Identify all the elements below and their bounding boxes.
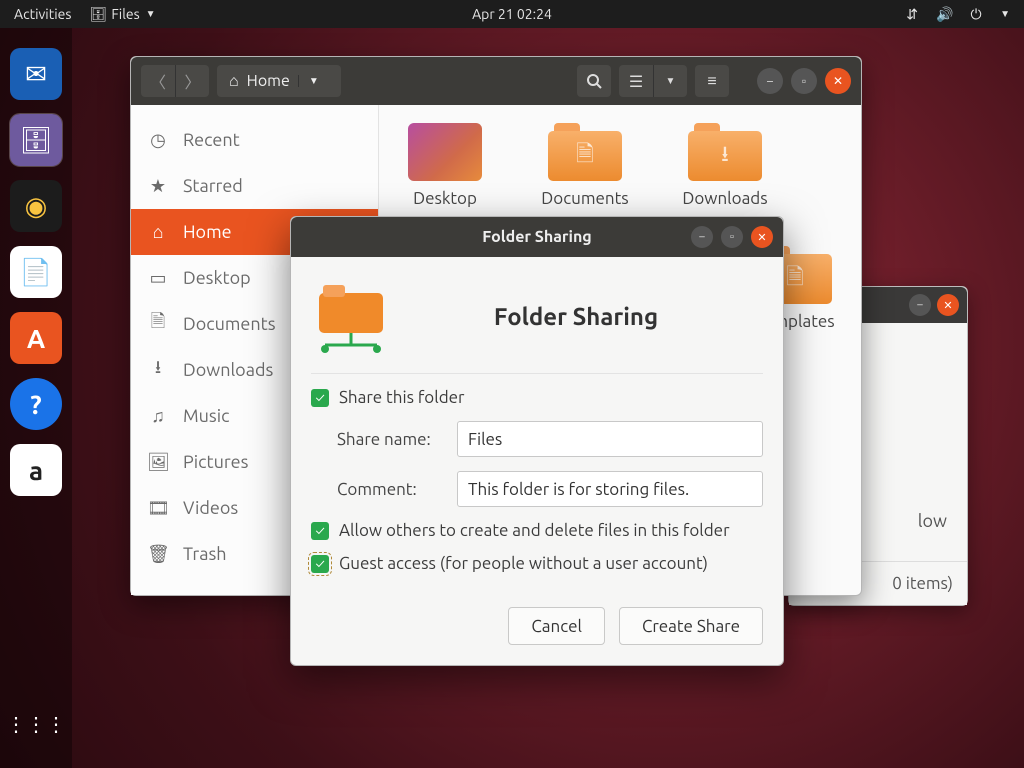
- sidebar-item-label: Music: [183, 406, 229, 426]
- share-folder-label: Share this folder: [339, 388, 464, 407]
- nav-buttons: 〈 〉: [141, 65, 209, 97]
- dock: ✉ 🗄 ◉ 📄 A ? a ⋮⋮⋮: [0, 28, 72, 768]
- pictures-icon: 🖼: [147, 452, 169, 473]
- home-icon: ⌂: [147, 222, 169, 243]
- sidebar-item-starred[interactable]: ★ Starred: [131, 163, 378, 209]
- dock-files[interactable]: 🗄: [10, 114, 62, 166]
- view-list-button[interactable]: ☰: [619, 65, 653, 97]
- volume-icon[interactable]: 🔊: [936, 6, 952, 23]
- dialog-heading: Folder Sharing: [419, 303, 763, 330]
- guest-access-label: Guest access (for people without a user …: [339, 554, 708, 573]
- nav-back-button[interactable]: 〈: [141, 65, 175, 97]
- sidebar-item-label: Videos: [183, 498, 238, 518]
- chevron-down-icon[interactable]: ▼: [298, 75, 329, 87]
- sidebar-item-label: Home: [183, 222, 232, 242]
- file-item-documents[interactable]: 🗎 Documents: [533, 123, 637, 210]
- guest-access-checkbox[interactable]: ✓: [311, 555, 329, 573]
- desktop-folder-icon: [408, 123, 482, 181]
- files-icon: 🗄: [89, 6, 105, 23]
- maximize-button[interactable]: ▫: [721, 226, 743, 248]
- share-name-label: Share name:: [337, 430, 447, 449]
- file-item-desktop[interactable]: Desktop: [393, 123, 497, 210]
- sidebar-item-label: Starred: [183, 176, 243, 196]
- files-app-menu[interactable]: 🗄 Files ▼: [89, 6, 155, 23]
- close-button[interactable]: ✕: [937, 294, 959, 316]
- folder-icon: 🗎: [548, 123, 622, 181]
- star-icon: ★: [147, 176, 169, 197]
- downloads-icon: ⭳: [147, 355, 169, 385]
- share-folder-checkbox[interactable]: ✓: [311, 389, 329, 407]
- recent-icon: ◷: [147, 130, 169, 151]
- dock-help[interactable]: ?: [10, 378, 62, 430]
- minimize-button[interactable]: –: [757, 68, 783, 94]
- nav-forward-button[interactable]: 〉: [175, 65, 209, 97]
- file-label: Desktop: [407, 187, 483, 210]
- power-icon[interactable]: ⏻: [968, 6, 984, 23]
- file-label: Downloads: [676, 187, 773, 210]
- files-headerbar: 〈 〉 ⌂ Home ▼ ☰ ▼ ≡ – ▫ ✕: [131, 57, 861, 105]
- gnome-topbar: Activities 🗄 Files ▼ Apr 21 02:24 ⇵ 🔊 ⏻ …: [0, 0, 1024, 28]
- sidebar-item-recent[interactable]: ◷ Recent: [131, 117, 378, 163]
- cancel-button[interactable]: Cancel: [508, 607, 605, 645]
- folder-sharing-dialog: Folder Sharing – ▫ ✕ Folder Sharing ✓: [290, 216, 784, 666]
- share-folder-icon: [311, 277, 399, 355]
- allow-others-row[interactable]: ✓ Allow others to create and delete file…: [311, 521, 763, 540]
- chevron-down-icon: ▼: [146, 8, 156, 20]
- desktop-icon: ▭: [147, 268, 169, 289]
- comment-input[interactable]: [457, 471, 763, 507]
- dock-software[interactable]: A: [10, 312, 62, 364]
- sidebar-item-label: Desktop: [183, 268, 251, 288]
- close-button[interactable]: ✕: [825, 68, 851, 94]
- folder-icon: ⭳: [688, 123, 762, 181]
- sidebar-item-label: Trash: [183, 544, 227, 564]
- guest-access-row[interactable]: ✓ Guest access (for people without a use…: [311, 554, 763, 573]
- files-app-label: Files: [111, 6, 139, 22]
- search-button[interactable]: [577, 65, 611, 97]
- minimize-button[interactable]: –: [691, 226, 713, 248]
- comment-label: Comment:: [337, 480, 447, 499]
- dialog-titlebar: Folder Sharing – ▫ ✕: [291, 217, 783, 257]
- file-label: Documents: [535, 187, 634, 210]
- network-icon[interactable]: ⇵: [904, 6, 920, 23]
- share-name-input[interactable]: [457, 421, 763, 457]
- sidebar-item-label: Pictures: [183, 452, 248, 472]
- dock-show-apps[interactable]: ⋮⋮⋮: [10, 698, 62, 750]
- location-bar[interactable]: ⌂ Home ▼: [217, 65, 341, 97]
- dock-rhythmbox[interactable]: ◉: [10, 180, 62, 232]
- documents-icon: 🗎: [147, 309, 169, 339]
- activities[interactable]: Activities: [14, 6, 71, 22]
- videos-icon: 🎞: [147, 498, 169, 519]
- sidebar-item-label: Documents: [183, 314, 276, 334]
- share-this-folder-row[interactable]: ✓ Share this folder: [311, 388, 763, 407]
- create-share-button[interactable]: Create Share: [619, 607, 763, 645]
- clock[interactable]: Apr 21 02:24: [472, 6, 552, 22]
- bg-row-text: low: [918, 511, 947, 531]
- allow-others-checkbox[interactable]: ✓: [311, 522, 329, 540]
- location-label: Home: [247, 72, 290, 90]
- music-icon: ♫: [147, 406, 169, 427]
- sidebar-item-label: Recent: [183, 130, 240, 150]
- allow-others-label: Allow others to create and delete files …: [339, 521, 730, 540]
- search-icon: [586, 73, 602, 89]
- trash-icon: 🗑: [147, 544, 169, 565]
- dock-writer[interactable]: 📄: [10, 246, 62, 298]
- file-item-downloads[interactable]: ⭳ Downloads: [673, 123, 777, 210]
- maximize-button[interactable]: ▫: [791, 68, 817, 94]
- dock-amazon[interactable]: a: [10, 444, 62, 496]
- hamburger-button[interactable]: ≡: [695, 65, 729, 97]
- dock-thunderbird[interactable]: ✉: [10, 48, 62, 100]
- chevron-down-icon[interactable]: ▼: [1000, 8, 1010, 20]
- view-options-button[interactable]: ▼: [653, 65, 687, 97]
- home-icon: ⌂: [229, 72, 239, 91]
- minimize-button[interactable]: –: [909, 294, 931, 316]
- sidebar-item-label: Downloads: [183, 360, 273, 380]
- close-button[interactable]: ✕: [751, 226, 773, 248]
